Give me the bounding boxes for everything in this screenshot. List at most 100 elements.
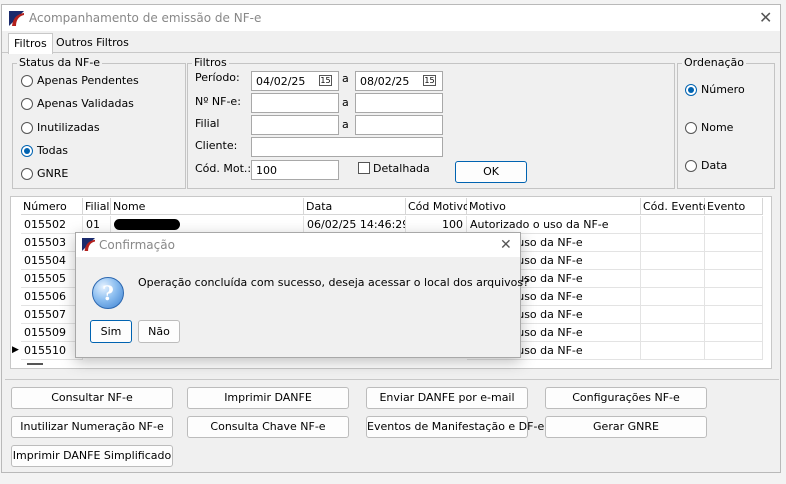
cell-evento [705,234,763,252]
imprimir-danfe-button[interactable]: Imprimir DANFE [187,387,349,409]
cell-cod-evento [641,252,705,270]
enviar-danfe-email-button[interactable]: Enviar DANFE por e-mail [366,387,528,409]
app-logo-icon [9,11,24,26]
radio-label: Inutilizadas [37,121,100,134]
radio-label: GNRE [37,167,69,180]
divider [5,379,779,380]
detalhada-checkbox[interactable] [358,162,370,174]
app-logo-icon [82,238,95,251]
nf-from-input[interactable] [251,93,339,113]
cell-evento [705,324,763,342]
dialog-message: Operação concluída com sucesso, deseja a… [138,276,529,289]
title-bar: Acompanhamento de emissão de NF-e ✕ [2,5,780,31]
cell-cod-evento [641,216,705,234]
col-header-numero[interactable]: Número [21,198,83,215]
cell-cod-evento [641,306,705,324]
radio-apenas-pendentes[interactable] [21,75,33,87]
cell-cod-evento [641,288,705,306]
filial-to-input[interactable] [355,115,443,135]
tab-filtros[interactable]: Filtros [8,33,53,54]
redacted-name [114,219,180,230]
col-header-cod-motivo[interactable]: Cód Motivo [406,198,470,215]
cell-numero: 015503 [21,234,83,252]
radio-todas[interactable] [21,145,33,157]
radio-label: Número [701,83,745,96]
cell-numero: 015504 [21,252,83,270]
cell-evento [705,270,763,288]
dialog-close-icon[interactable]: ✕ [500,237,512,253]
dialog-title-bar: Confirmação ✕ [76,233,520,257]
window-title: Acompanhamento de emissão de NF-e [29,11,262,25]
current-row-marker-icon: ▶ [12,345,19,355]
gerar-gnre-button[interactable]: Gerar GNRE [545,416,707,438]
periodo-label: Período: [195,71,240,84]
cell-numero: 015502 [21,216,83,234]
inutilizar-numeracao-button[interactable]: Inutilizar Numeração NF-e [11,416,173,438]
range-separator: a [342,72,349,85]
cell-evento [705,252,763,270]
periodo-to-value: 08/02/25 [360,75,410,88]
filial-from-input[interactable] [251,115,339,135]
cell-cod-evento [641,270,705,288]
cell-cod-evento [641,234,705,252]
col-header-filial[interactable]: Filial [83,198,111,215]
radio-order-data[interactable] [685,160,697,172]
yes-button[interactable]: Sim [90,320,132,343]
radio-label: Apenas Validadas [37,97,134,110]
col-header-cod-evento[interactable]: Cód. Evento [641,198,710,215]
cell-numero: 015510 [21,342,83,360]
horizontal-scrollbar-thumb[interactable] [27,363,43,365]
nf-label: Nº NF-e: [195,95,241,108]
radio-label: Nome [701,121,734,134]
cell-evento [705,306,763,324]
eventos-manifestacao-button[interactable]: Eventos de Manifestação e DF-e [366,416,544,438]
imprimir-danfe-simplificado-button[interactable]: Imprimir DANFE Simplificado [11,445,173,467]
status-group-label: Status da NF-e [17,56,103,69]
radio-gnre[interactable] [21,168,33,180]
filial-label: Filial [195,117,220,130]
cell-evento [705,216,763,234]
tab-strip: Filtros Outros Filtros [2,33,780,54]
detalhada-label: Detalhada [373,162,430,175]
cell-numero: 015505 [21,270,83,288]
question-icon: ? [92,277,124,309]
cod-mot-label: Cód. Mot.: [195,162,252,175]
cell-numero: 015507 [21,306,83,324]
cell-evento [705,288,763,306]
nf-to-input[interactable] [355,93,443,113]
calendar-icon[interactable]: 15 [319,75,332,86]
close-icon[interactable]: ✕ [759,10,772,26]
col-header-nome[interactable]: Nome [111,198,304,215]
cell-evento [705,342,763,360]
cliente-input[interactable] [251,137,443,157]
cell-cod-evento [641,342,705,360]
radio-inutilizadas[interactable] [21,122,33,134]
ok-button[interactable]: OK [455,161,527,183]
range-separator: a [342,96,349,109]
consultar-nfe-button[interactable]: Consultar NF-e [11,387,173,409]
range-separator: a [342,118,349,131]
periodo-from-value: 04/02/25 [256,75,306,88]
col-header-data[interactable]: Data [304,198,406,215]
calendar-icon[interactable]: 15 [423,75,436,86]
consulta-chave-button[interactable]: Consulta Chave NF-e [187,416,349,438]
cell-cod-evento [641,324,705,342]
cell-numero: 015509 [21,324,83,342]
cell-numero: 015506 [21,288,83,306]
col-header-evento[interactable]: Evento [705,198,763,215]
dialog-title: Confirmação [99,238,175,252]
radio-order-numero[interactable] [685,84,697,96]
configuracoes-nfe-button[interactable]: Configurações NF-e [545,387,707,409]
order-group-label: Ordenação [682,56,746,69]
tab-outros-filtros[interactable]: Outros Filtros [51,33,134,53]
radio-order-nome[interactable] [685,122,697,134]
radio-label: Apenas Pendentes [37,74,139,87]
col-header-motivo[interactable]: Motivo [467,198,641,215]
filters-group-label: Filtros [192,56,229,69]
confirmation-dialog: Confirmação ✕ ? Operação concluída com s… [75,232,529,358]
cliente-label: Cliente: [195,139,238,152]
cod-mot-input[interactable]: 100 [251,160,339,180]
radio-label: Todas [37,144,69,157]
radio-apenas-validadas[interactable] [21,98,33,110]
no-button[interactable]: Não [138,320,180,343]
